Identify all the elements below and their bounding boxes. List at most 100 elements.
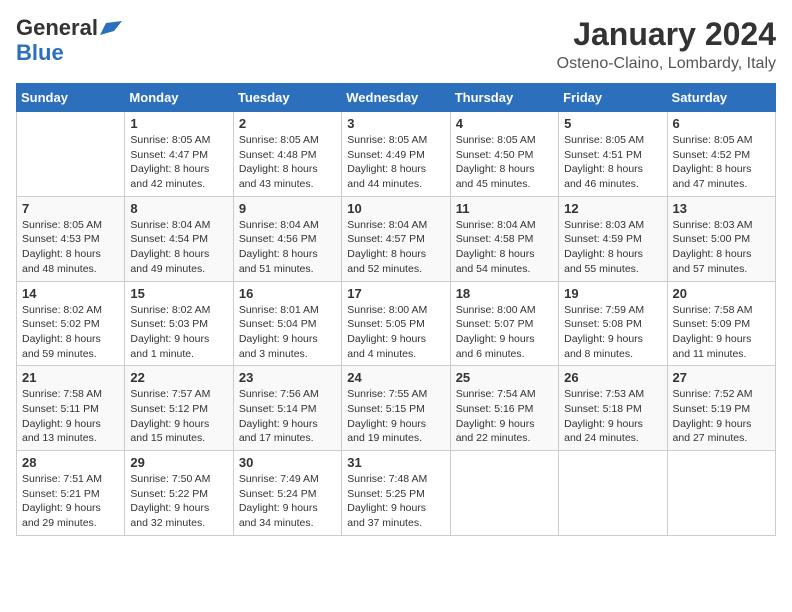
day-number: 24 [347,370,444,385]
day-number: 14 [22,286,119,301]
calendar-cell: 13 Sunrise: 8:03 AMSunset: 5:00 PMDayligh… [667,196,775,281]
day-info: Sunrise: 7:53 AMSunset: 5:18 PMDaylight:… [564,387,661,446]
day-number: 13 [673,201,770,216]
calendar-cell: 14 Sunrise: 8:02 AMSunset: 5:02 PMDayligh… [17,281,125,366]
day-number: 3 [347,116,444,131]
day-number: 4 [456,116,553,131]
logo-blue: Blue [16,40,64,65]
calendar-cell: 3Sunrise: 8:05 AMSunset: 4:49 PMDaylight… [342,112,450,197]
calendar-cell: 27 Sunrise: 7:52 AMSunset: 5:19 PMDayligh… [667,366,775,451]
day-number: 10 [347,201,444,216]
calendar-cell: 30Sunrise: 7:49 AMSunset: 5:24 PMDayligh… [233,451,341,536]
calendar-cell: 4 Sunrise: 8:05 AMSunset: 4:50 PMDaylight… [450,112,558,197]
calendar-cell: 23 Sunrise: 7:56 AMSunset: 5:14 PMDayligh… [233,366,341,451]
calendar-header: SundayMondayTuesdayWednesdayThursdayFrid… [17,84,776,112]
title-section: January 2024 Osteno-Claino, Lombardy, It… [557,16,776,73]
calendar-cell [559,451,667,536]
calendar-cell: 11 Sunrise: 8:04 AMSunset: 4:58 PMDayligh… [450,196,558,281]
calendar-cell: 5 Sunrise: 8:05 AMSunset: 4:51 PMDaylight… [559,112,667,197]
day-number: 11 [456,201,553,216]
day-info: Sunrise: 8:05 AMSunset: 4:52 PMDaylight:… [673,133,770,192]
calendar-week-2: 7 Sunrise: 8:05 AMSunset: 4:53 PMDaylight… [17,196,776,281]
calendar-week-5: 28 Sunrise: 7:51 AMSunset: 5:21 PMDayligh… [17,451,776,536]
calendar-cell: 17 Sunrise: 8:00 AMSunset: 5:05 PMDayligh… [342,281,450,366]
day-info: Sunrise: 7:49 AMSunset: 5:24 PMDaylight:… [239,472,336,531]
day-info: Sunrise: 8:00 AMSunset: 5:07 PMDaylight:… [456,303,553,362]
weekday-saturday: Saturday [667,84,775,112]
month-title: January 2024 [557,16,776,53]
header: General Blue January 2024 Osteno-Claino,… [16,16,776,73]
day-number: 17 [347,286,444,301]
calendar-cell: 10Sunrise: 8:04 AMSunset: 4:57 PMDayligh… [342,196,450,281]
calendar-week-3: 14 Sunrise: 8:02 AMSunset: 5:02 PMDayligh… [17,281,776,366]
day-info: Sunrise: 8:02 AMSunset: 5:02 PMDaylight:… [22,303,119,362]
day-number: 1 [130,116,227,131]
calendar-cell: 31Sunrise: 7:48 AMSunset: 5:25 PMDayligh… [342,451,450,536]
day-number: 8 [130,201,227,216]
calendar-cell: 24 Sunrise: 7:55 AMSunset: 5:15 PMDayligh… [342,366,450,451]
day-number: 9 [239,201,336,216]
day-info: Sunrise: 7:57 AMSunset: 5:12 PMDaylight:… [130,387,227,446]
day-number: 27 [673,370,770,385]
day-info: Sunrise: 7:59 AMSunset: 5:08 PMDaylight:… [564,303,661,362]
day-info: Sunrise: 8:02 AMSunset: 5:03 PMDaylight:… [130,303,227,362]
calendar-week-1: 1Sunrise: 8:05 AMSunset: 4:47 PMDaylight… [17,112,776,197]
day-number: 5 [564,116,661,131]
day-info: Sunrise: 8:03 AMSunset: 5:00 PMDaylight:… [673,218,770,277]
weekday-thursday: Thursday [450,84,558,112]
calendar-cell: 19Sunrise: 7:59 AMSunset: 5:08 PMDayligh… [559,281,667,366]
day-number: 16 [239,286,336,301]
day-info: Sunrise: 8:04 AMSunset: 4:58 PMDaylight:… [456,218,553,277]
calendar-cell: 28 Sunrise: 7:51 AMSunset: 5:21 PMDayligh… [17,451,125,536]
day-info: Sunrise: 7:55 AMSunset: 5:15 PMDaylight:… [347,387,444,446]
day-info: Sunrise: 7:51 AMSunset: 5:21 PMDaylight:… [22,472,119,531]
day-info: Sunrise: 8:05 AMSunset: 4:48 PMDaylight:… [239,133,336,192]
day-number: 12 [564,201,661,216]
day-info: Sunrise: 8:05 AMSunset: 4:50 PMDaylight:… [456,133,553,192]
weekday-tuesday: Tuesday [233,84,341,112]
day-info: Sunrise: 7:50 AMSunset: 5:22 PMDaylight:… [130,472,227,531]
day-number: 23 [239,370,336,385]
weekday-monday: Monday [125,84,233,112]
day-info: Sunrise: 7:56 AMSunset: 5:14 PMDaylight:… [239,387,336,446]
day-info: Sunrise: 8:01 AMSunset: 5:04 PMDaylight:… [239,303,336,362]
day-number: 22 [130,370,227,385]
calendar-cell: 21Sunrise: 7:58 AMSunset: 5:11 PMDayligh… [17,366,125,451]
calendar-cell: 26 Sunrise: 7:53 AMSunset: 5:18 PMDayligh… [559,366,667,451]
day-number: 31 [347,455,444,470]
day-info: Sunrise: 8:05 AMSunset: 4:53 PMDaylight:… [22,218,119,277]
calendar-cell: 22 Sunrise: 7:57 AMSunset: 5:12 PMDayligh… [125,366,233,451]
logo-bird-icon [100,17,122,41]
day-number: 26 [564,370,661,385]
day-info: Sunrise: 8:04 AMSunset: 4:56 PMDaylight:… [239,218,336,277]
logo-general: General [16,15,98,40]
day-info: Sunrise: 8:05 AMSunset: 4:51 PMDaylight:… [564,133,661,192]
calendar-cell: 2 Sunrise: 8:05 AMSunset: 4:48 PMDaylight… [233,112,341,197]
calendar-cell: 1Sunrise: 8:05 AMSunset: 4:47 PMDaylight… [125,112,233,197]
logo: General Blue [16,16,124,65]
day-info: Sunrise: 8:03 AMSunset: 4:59 PMDaylight:… [564,218,661,277]
day-info: Sunrise: 7:58 AMSunset: 5:11 PMDaylight:… [22,387,119,446]
calendar-cell: 20Sunrise: 7:58 AMSunset: 5:09 PMDayligh… [667,281,775,366]
day-number: 2 [239,116,336,131]
calendar-cell [450,451,558,536]
calendar-cell: 15 Sunrise: 8:02 AMSunset: 5:03 PMDayligh… [125,281,233,366]
calendar-table: SundayMondayTuesdayWednesdayThursdayFrid… [16,83,776,536]
weekday-wednesday: Wednesday [342,84,450,112]
calendar-week-4: 21Sunrise: 7:58 AMSunset: 5:11 PMDayligh… [17,366,776,451]
day-number: 29 [130,455,227,470]
day-number: 6 [673,116,770,131]
calendar-cell [667,451,775,536]
calendar-cell: 12 Sunrise: 8:03 AMSunset: 4:59 PMDayligh… [559,196,667,281]
location-subtitle: Osteno-Claino, Lombardy, Italy [557,55,776,73]
day-number: 28 [22,455,119,470]
day-info: Sunrise: 7:52 AMSunset: 5:19 PMDaylight:… [673,387,770,446]
day-info: Sunrise: 7:58 AMSunset: 5:09 PMDaylight:… [673,303,770,362]
day-info: Sunrise: 8:00 AMSunset: 5:05 PMDaylight:… [347,303,444,362]
weekday-header-row: SundayMondayTuesdayWednesdayThursdayFrid… [17,84,776,112]
calendar-cell: 7 Sunrise: 8:05 AMSunset: 4:53 PMDaylight… [17,196,125,281]
weekday-sunday: Sunday [17,84,125,112]
day-number: 15 [130,286,227,301]
day-number: 7 [22,201,119,216]
calendar-cell: 29 Sunrise: 7:50 AMSunset: 5:22 PMDayligh… [125,451,233,536]
